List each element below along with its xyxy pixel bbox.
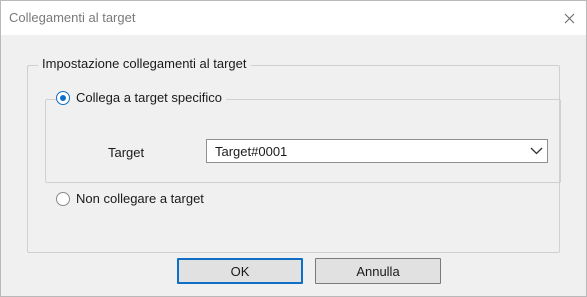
ok-button[interactable]: OK — [177, 258, 303, 284]
no-target-label: Non collegare a target — [76, 191, 204, 206]
group-legend: Impostazione collegamenti al target — [38, 56, 251, 71]
chevron-down-icon[interactable] — [525, 147, 547, 155]
link-specific-target-label: Collega a target specifico — [76, 90, 222, 105]
target-field-label: Target — [108, 145, 145, 160]
close-button[interactable] — [552, 1, 586, 35]
target-select[interactable]: Target#0001 — [206, 139, 548, 163]
link-specific-target-radio[interactable]: Collega a target specifico — [56, 90, 226, 105]
no-target-radio[interactable]: Non collegare a target — [56, 191, 208, 206]
dialog-title: Collegamenti al target — [9, 10, 136, 25]
target-select-value: Target#0001 — [215, 143, 288, 159]
radio-unchecked-indicator[interactable] — [56, 191, 70, 206]
close-icon — [564, 13, 575, 24]
target-links-dialog: Collegamenti al target Impostazione coll… — [0, 0, 587, 297]
radio-checked-indicator[interactable] — [56, 90, 70, 105]
cancel-button[interactable]: Annulla — [315, 258, 441, 284]
title-bar: Collegamenti al target — [1, 1, 586, 35]
